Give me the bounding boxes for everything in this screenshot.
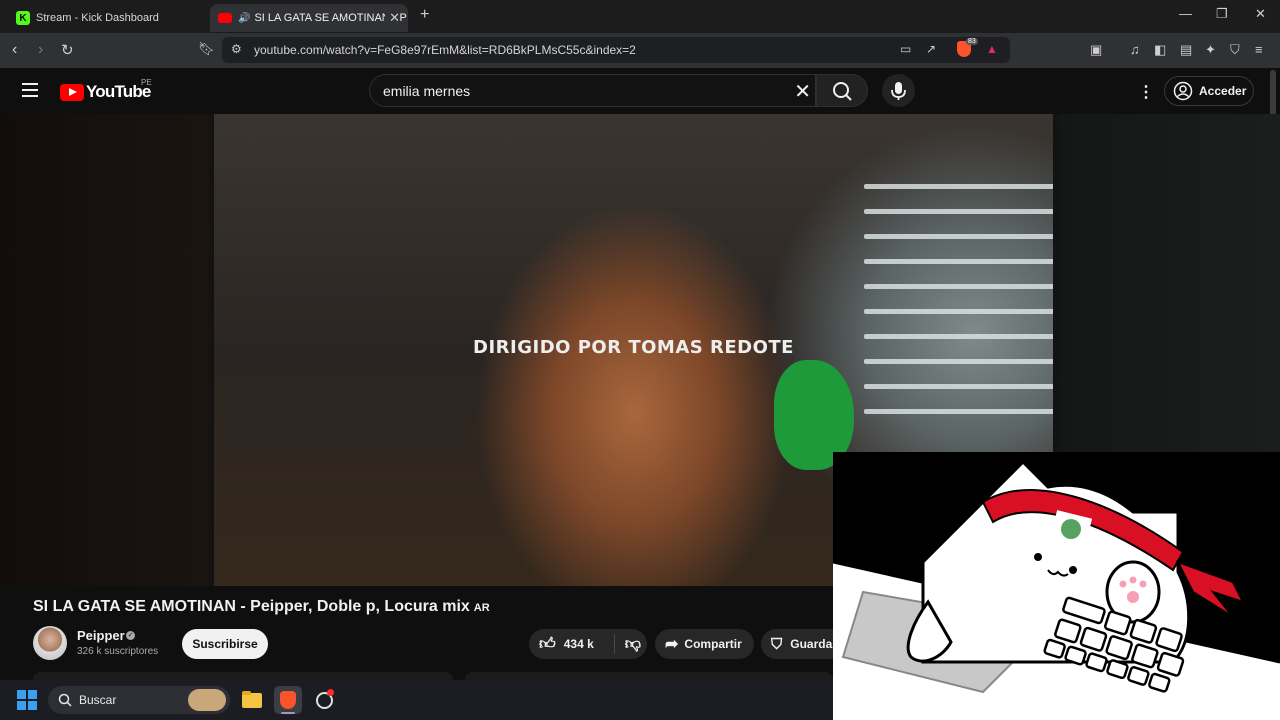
channel-name[interactable]: Peipper [77, 628, 125, 643]
clear-search-icon[interactable]: ✕ [794, 79, 811, 104]
tab-title: SI LA GATA SE AMOTINAN - P [254, 12, 407, 24]
hamburger-menu-icon[interactable] [22, 83, 38, 97]
region-tag: AR [473, 602, 490, 614]
window-close-button[interactable]: ✕ [1255, 6, 1266, 22]
search-highlight-image [188, 689, 226, 711]
taskbar-search-placeholder: Buscar [79, 693, 117, 707]
bongo-cat-overlay [833, 452, 1280, 720]
subscribe-button[interactable]: Suscribirse [182, 629, 268, 659]
browser-tab-strip: K Stream - Kick Dashboard 🔊 SI LA GATA S… [0, 0, 1280, 33]
bookmark-save-icon: ⛉ [771, 635, 783, 653]
tab-kick-dashboard[interactable]: K Stream - Kick Dashboard [8, 4, 208, 32]
media-icon[interactable]: ♫ [1130, 42, 1140, 57]
speaker-icon: 🔊 [238, 12, 251, 24]
voice-search-button[interactable] [882, 74, 915, 107]
country-code: PE [141, 78, 152, 87]
sidebar-icon[interactable]: ◧ [1154, 42, 1166, 58]
video-title: SI LA GATA SE AMOTINAN - Peipper, Doble … [33, 598, 490, 616]
site-settings-icon[interactable]: ⚙ [231, 42, 242, 56]
file-explorer-icon[interactable] [238, 686, 266, 714]
dislike-icon[interactable]: 👎︎ [625, 635, 641, 654]
share-button[interactable]: ➦ Compartir [655, 629, 754, 659]
search-icon [58, 693, 72, 707]
channel-avatar[interactable] [33, 626, 67, 660]
vpn-icon[interactable]: ⛉ [1230, 42, 1240, 58]
leo-ai-icon[interactable]: ✦ [1205, 42, 1216, 58]
like-icon[interactable]: 👍︎ [539, 635, 556, 654]
brave-browser-icon[interactable] [274, 686, 302, 714]
video-title-text: SI LA GATA SE AMOTINAN - Peipper, Doble … [33, 598, 470, 615]
subscriber-count: 326 k suscriptores [77, 646, 159, 657]
kick-icon: K [16, 11, 30, 25]
sign-in-label: Acceder [1199, 84, 1247, 98]
brave-rewards-icon[interactable]: ▲ [986, 42, 998, 56]
share-arrow-icon: ➦ [665, 636, 679, 653]
menu-icon[interactable]: ≡ [1255, 42, 1263, 57]
more-options-icon[interactable]: ⋮ [1138, 82, 1154, 102]
new-tab-button[interactable]: + [420, 6, 429, 24]
like-dislike-group: 👍︎ 434 k 👎︎ [529, 629, 647, 659]
sign-in-button[interactable]: Acceder [1164, 76, 1254, 106]
wallet-icon[interactable]: ▤ [1180, 42, 1192, 58]
browser-toolbar: ‹ › ↻ 🔖︎ ⚙ youtube.com/watch?v=FeG8e97rE… [0, 33, 1280, 68]
bongo-cat-image [833, 452, 1280, 720]
account-icon [1173, 81, 1193, 101]
windows-taskbar: Buscar [0, 680, 833, 720]
tab-title: Stream - Kick Dashboard [36, 12, 159, 24]
back-button[interactable]: ‹ [12, 41, 17, 59]
youtube-logo[interactable]: YouTube [60, 82, 151, 102]
youtube-favicon-icon [218, 13, 232, 23]
close-tab-icon[interactable]: ✕ [385, 10, 400, 26]
video-overlay-text: DIRIGIDO POR TOMAS REDOTE [473, 337, 794, 358]
address-bar[interactable]: ⚙ youtube.com/watch?v=FeG8e97rEmM&list=R… [222, 37, 1010, 63]
save-label: Guardar [790, 637, 837, 651]
shield-count-badge: 83 [966, 38, 978, 45]
youtube-play-icon [60, 83, 84, 101]
youtube-header: YouTube PE emilia mernes ✕ ⋮ Acceder [0, 68, 1280, 114]
share-label: Compartir [684, 637, 742, 651]
search-value: emilia mernes [383, 83, 471, 99]
search-button[interactable] [816, 74, 868, 107]
search-icon [833, 82, 852, 101]
search-input[interactable]: emilia mernes ✕ [369, 74, 816, 107]
forward-button[interactable]: › [38, 41, 43, 59]
divider [613, 634, 615, 654]
reload-button[interactable]: ↻ [61, 41, 74, 59]
reader-mode-icon[interactable]: ▣ [1090, 42, 1102, 58]
share-icon[interactable]: ↗ [926, 42, 936, 56]
taskbar-search[interactable]: Buscar [48, 686, 230, 714]
restore-button[interactable]: ❐ [1216, 6, 1228, 22]
cast-icon[interactable]: ▭ [900, 42, 911, 56]
obs-app-icon[interactable] [310, 686, 338, 714]
minimize-button[interactable]: — [1179, 6, 1192, 21]
verified-icon: ✓ [126, 631, 135, 640]
description-cards [0, 672, 833, 680]
windows-start-icon[interactable] [17, 690, 37, 710]
microphone-icon [891, 82, 906, 100]
like-count[interactable]: 434 k [564, 637, 614, 651]
tab-youtube-video[interactable]: 🔊 SI LA GATA SE AMOTINAN - P ✕ [210, 4, 408, 32]
url-text: youtube.com/watch?v=FeG8e97rEmM&list=RD6… [254, 43, 636, 57]
bookmark-icon[interactable]: 🔖︎ [198, 41, 215, 57]
